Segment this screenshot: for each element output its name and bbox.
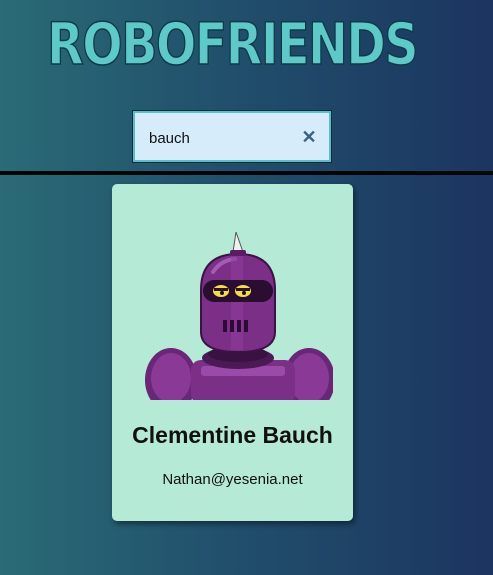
close-icon[interactable]: ✕ [299,126,319,148]
header-divider [0,171,493,175]
robot-name: Clementine Bauch [132,422,333,448]
search-box: ✕ [132,110,332,163]
app-title: ROBOFRIENDS [44,6,420,72]
app-title-text: ROBOFRIENDS [47,10,417,72]
search-input[interactable] [149,127,289,149]
robot-card: Clementine Bauch Nathan@yesenia.net [112,184,353,521]
robot-avatar [145,232,333,400]
robot-email: Nathan@yesenia.net [162,471,303,488]
